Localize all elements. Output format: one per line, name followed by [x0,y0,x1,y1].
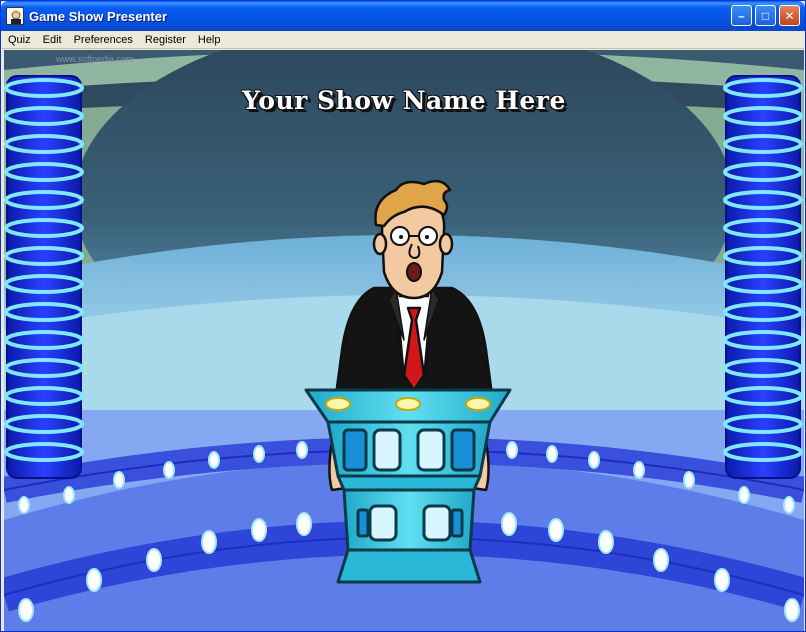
show-name-title: Your Show Name Here [242,86,566,115]
left-pillar [4,75,84,479]
app-window: Game Show Presenter – □ ✕ Quiz Edit Pref… [0,0,806,632]
menu-help[interactable]: Help [192,31,227,49]
title-bar[interactable]: Game Show Presenter – □ ✕ [1,1,805,31]
maximize-icon: □ [761,8,770,23]
close-button[interactable]: ✕ [779,5,800,26]
window-title: Game Show Presenter [29,8,167,24]
stage-illustration [4,50,804,631]
maximize-button[interactable]: □ [755,5,776,26]
menu-preferences[interactable]: Preferences [68,31,139,49]
app-icon [6,7,24,25]
menu-quiz[interactable]: Quiz [2,31,37,49]
minimize-button[interactable]: – [731,5,752,26]
right-pillar [723,75,803,479]
watermark: www.softpedia.com [56,54,134,64]
menu-edit[interactable]: Edit [37,31,68,49]
menu-bar: Quiz Edit Preferences Register Help [2,31,804,49]
menu-register[interactable]: Register [139,31,192,49]
close-icon: ✕ [784,8,795,23]
minimize-icon: – [738,8,745,23]
game-show-stage: www.softpedia.com Your Show Name Here [4,50,804,631]
